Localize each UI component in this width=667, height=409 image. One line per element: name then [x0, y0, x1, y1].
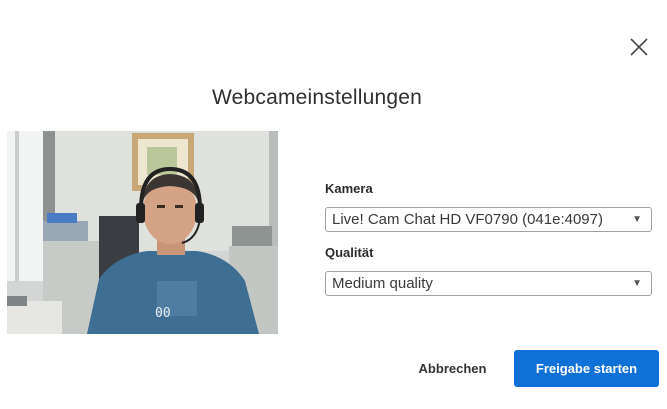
camera-label: Kamera — [325, 181, 373, 196]
camera-select-value: Live! Cam Chat HD VF0790 (041e:4097) — [332, 211, 603, 228]
quality-select[interactable]: Medium quality ▼ — [325, 271, 652, 296]
dialog-title: Webcameinstellungen — [211, 86, 423, 109]
close-button[interactable] — [628, 36, 650, 58]
webcam-preview-image: 00 — [7, 131, 278, 334]
svg-text:00: 00 — [155, 306, 171, 321]
webcam-preview: 00 — [7, 131, 278, 334]
quality-select-value: Medium quality — [332, 275, 433, 292]
cancel-button[interactable]: Abbrechen — [410, 352, 495, 386]
quality-label: Qualität — [325, 245, 374, 260]
camera-select[interactable]: Live! Cam Chat HD VF0790 (041e:4097) ▼ — [325, 207, 652, 232]
start-sharing-button[interactable]: Freigabe starten — [514, 350, 659, 387]
chevron-down-icon: ▼ — [632, 278, 642, 289]
close-icon — [630, 38, 648, 56]
chevron-down-icon: ▼ — [632, 214, 642, 225]
